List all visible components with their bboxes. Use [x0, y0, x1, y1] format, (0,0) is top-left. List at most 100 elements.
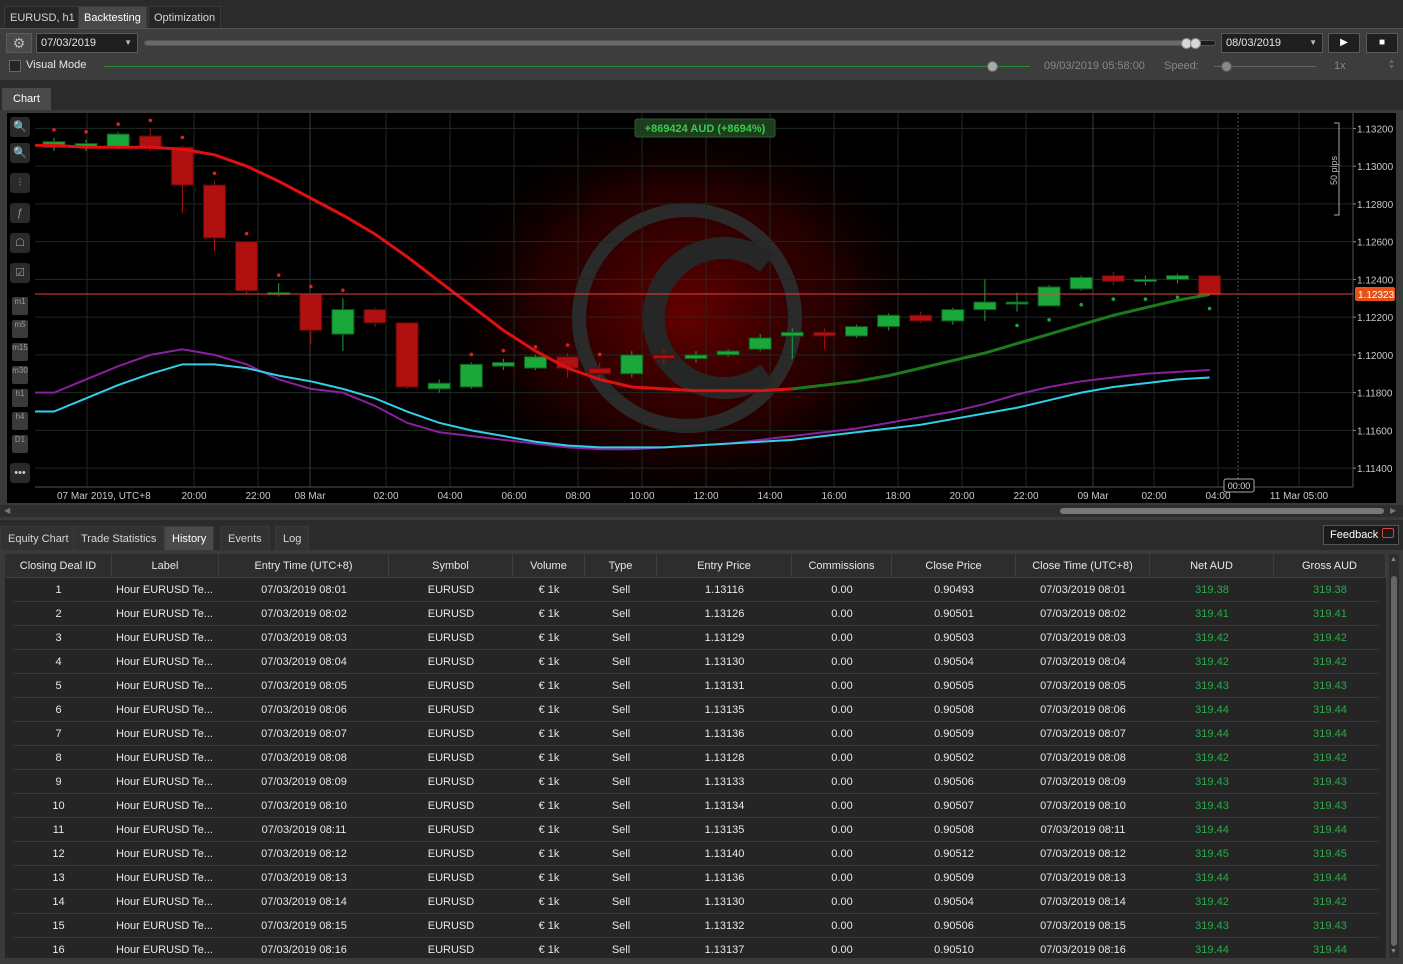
column-header-closing-deal-id[interactable]: Closing Deal ID [5, 554, 112, 578]
table-row[interactable]: 4 Hour EURUSD Te... 07/03/2019 08:04 EURUSD… [13, 650, 1379, 674]
scroll-left-icon[interactable]: ◀ [4, 505, 10, 517]
table-row[interactable]: 13 Hour EURUSD Te... 07/03/2019 08:13 EURUS… [13, 866, 1379, 890]
table-row[interactable]: 9 Hour EURUSD Te... 07/03/2019 08:09 EURUSD… [13, 770, 1379, 794]
timeframe-h4-button[interactable]: h4 [12, 412, 28, 430]
scroll-up-icon[interactable]: ▲ [1390, 556, 1397, 563]
candle-body [1198, 275, 1222, 296]
cell-gross-aud: 319.42 [1313, 656, 1347, 668]
cell-entry-price: 1.13129 [704, 632, 745, 644]
range-handle-end[interactable] [1190, 38, 1201, 49]
cell-close-time: 07/03/2019 08:14 [1040, 896, 1126, 908]
tab-log[interactable]: Log [275, 526, 310, 550]
timeframe-m15-button[interactable]: m15 [12, 343, 28, 361]
zoom-out-icon[interactable]: 🔍 [10, 143, 30, 163]
column-header-gross-aud[interactable]: Gross AUD [1274, 554, 1386, 578]
end-date-select[interactable]: 08/03/2019 ▼ [1221, 33, 1323, 53]
chevron-down-icon: ▼ [124, 38, 132, 47]
timeframe-m1-button[interactable]: m1 [12, 297, 28, 315]
zoom-in-icon[interactable]: 🔍 [10, 117, 30, 137]
cell-volume: € 1k [538, 920, 560, 932]
date-range-slider[interactable] [144, 38, 1216, 49]
table-row[interactable]: 6 Hour EURUSD Te... 07/03/2019 08:06 EURUSD… [13, 698, 1379, 722]
column-header-volume[interactable]: Volume [513, 554, 585, 578]
chart-type-icon[interactable]: ⫶ [10, 173, 30, 193]
stop-button[interactable]: ■ [1366, 33, 1398, 53]
tab-equity-chart[interactable]: Equity Chart [0, 526, 77, 550]
cell-net-aud: 319.44 [1195, 944, 1229, 956]
play-button[interactable]: ▶ [1328, 33, 1360, 53]
feedback-button[interactable]: Feedback [1323, 525, 1399, 545]
speed-spinner-icon[interactable]: ▲ ▼ [1388, 58, 1395, 71]
scrollbar-thumb[interactable] [1391, 576, 1397, 946]
table-row[interactable]: 15 Hour EURUSD Te... 07/03/2019 08:15 EURUS… [13, 914, 1379, 938]
table-row[interactable]: 12 Hour EURUSD Te... 07/03/2019 08:12 EURUS… [13, 842, 1379, 866]
price-tick-label: 1.13200 [1357, 124, 1394, 135]
table-row[interactable]: 2 Hour EURUSD Te... 07/03/2019 08:02 EURUSD… [13, 602, 1379, 626]
timeframe-h1-button[interactable]: h1 [12, 389, 28, 407]
more-options-icon[interactable]: ••• [10, 463, 30, 483]
scrollbar-thumb[interactable] [1060, 508, 1384, 514]
speed-label: Speed: [1164, 60, 1199, 72]
scroll-down-icon[interactable]: ▼ [1390, 948, 1397, 955]
time-tick-label: 02:00 [1141, 491, 1166, 502]
column-header-entry-price[interactable]: Entry Price [657, 554, 792, 578]
cell-label: Hour EURUSD Te... [116, 800, 213, 812]
timeframe-m5-button[interactable]: m5 [12, 320, 28, 338]
indicator-icon[interactable]: ƒ [10, 203, 30, 223]
timeframe-d1-button[interactable]: D1 [12, 435, 28, 453]
price-tick-label: 1.12800 [1357, 200, 1394, 211]
table-row[interactable]: 1 Hour EURUSD Te... 07/03/2019 08:01 EURUSD… [13, 578, 1379, 602]
tab-events[interactable]: Events [220, 526, 270, 550]
cell-commissions: 0.00 [831, 944, 853, 956]
template-icon[interactable]: ☑ [10, 263, 30, 283]
column-header-close-price[interactable]: Close Price [892, 554, 1016, 578]
tab-optimization[interactable]: Optimization [148, 6, 222, 28]
column-header-commissions[interactable]: Commissions [792, 554, 892, 578]
tab-trade-statistics[interactable]: Trade Statistics [73, 526, 165, 550]
chart-horizontal-scrollbar[interactable]: ◀ ▶ [0, 505, 1403, 517]
timeframe-m30-button[interactable]: m30 [12, 366, 28, 384]
table-row[interactable]: 8 Hour EURUSD Te... 07/03/2019 08:08 EURUSD… [13, 746, 1379, 770]
settings-gear-button[interactable]: ⚙ [6, 33, 32, 53]
column-header-type[interactable]: Type [585, 554, 657, 578]
cell-closing-deal-id: 9 [55, 776, 62, 788]
history-vertical-scrollbar[interactable]: ▲ ▼ [1389, 554, 1399, 958]
table-row[interactable]: 3 Hour EURUSD Te... 07/03/2019 08:03 EURUSD… [13, 626, 1379, 650]
tab-chart[interactable]: Chart [2, 88, 51, 110]
column-header-net-aud[interactable]: Net AUD [1150, 554, 1274, 578]
cell-entry-price: 1.13133 [704, 776, 745, 788]
candle-body [652, 354, 676, 360]
price-chart[interactable]: 1.13200 1.13000 1.12800 1.12600 1.12400 1.122… [7, 113, 1396, 503]
cell-closing-deal-id: 12 [52, 848, 65, 860]
cell-entry-price: 1.13136 [704, 872, 745, 884]
table-row[interactable]: 11 Hour EURUSD Te... 07/03/2019 08:11 EURUS… [13, 818, 1379, 842]
history-panel: Closing Deal ID Label Entry Time (UTC+8) Sy… [0, 550, 1403, 964]
table-row[interactable]: 10 Hour EURUSD Te... 07/03/2019 08:10 EURUS… [13, 794, 1379, 818]
table-row[interactable]: 16 Hour EURUSD Te... 07/03/2019 08:16 EURUS… [13, 938, 1379, 958]
column-header-symbol[interactable]: Symbol [389, 554, 513, 578]
objects-icon[interactable]: ☖ [10, 233, 30, 253]
signal-dot [116, 122, 120, 127]
cell-volume: € 1k [538, 872, 560, 884]
column-header-entry-time[interactable]: Entry Time (UTC+8) [219, 554, 389, 578]
scroll-right-icon[interactable]: ▶ [1390, 505, 1396, 517]
price-chart-svg[interactable]: 1.13200 1.13000 1.12800 1.12600 1.12400 1.122… [7, 113, 1396, 503]
tab-history[interactable]: History [164, 526, 215, 550]
cell-entry-time: 07/03/2019 08:16 [261, 944, 347, 956]
visual-mode-checkbox[interactable] [9, 60, 21, 72]
visual-mode-progress-handle[interactable] [987, 61, 998, 72]
column-header-close-time[interactable]: Close Time (UTC+8) [1016, 554, 1150, 578]
visual-mode-progress-track[interactable] [104, 66, 1030, 67]
speed-slider-handle[interactable] [1221, 61, 1232, 72]
cell-close-price: 0.90507 [934, 800, 974, 812]
signal-dot [1207, 306, 1212, 311]
tab-symbol[interactable]: EURUSD, h1 [4, 6, 81, 28]
start-date-select[interactable]: 07/03/2019 ▼ [36, 33, 138, 53]
tab-backtesting[interactable]: Backtesting [78, 6, 147, 28]
table-row[interactable]: 7 Hour EURUSD Te... 07/03/2019 08:07 EURUSD… [13, 722, 1379, 746]
column-header-label[interactable]: Label [112, 554, 219, 578]
table-row[interactable]: 5 Hour EURUSD Te... 07/03/2019 08:05 EURUSD… [13, 674, 1379, 698]
table-row[interactable]: 14 Hour EURUSD Te... 07/03/2019 08:14 EURUS… [13, 890, 1379, 914]
chart-tab-strip: Chart [0, 80, 1403, 110]
cell-symbol: EURUSD [427, 680, 475, 692]
